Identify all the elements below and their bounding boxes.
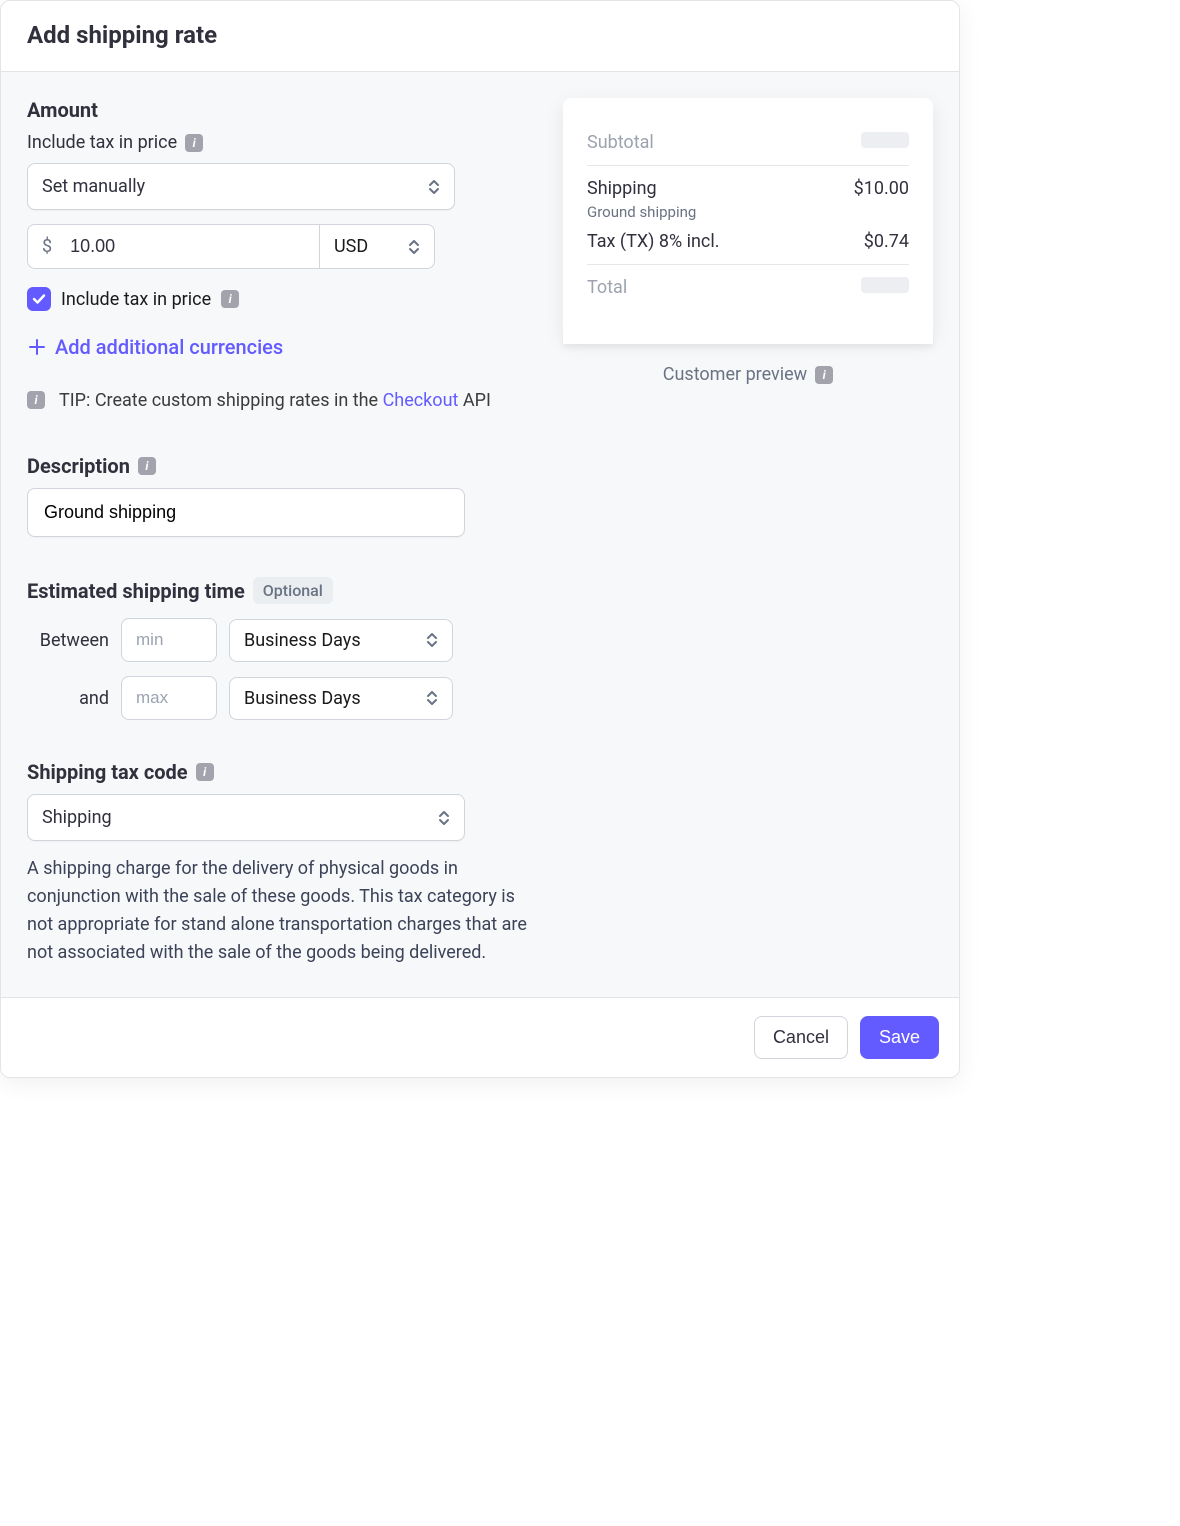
preview-caption-text: Customer preview [663,364,807,385]
tax-code-value: Shipping [42,807,112,828]
and-label: and [27,688,109,709]
total-skeleton [861,277,909,293]
tip-prefix: TIP: Create custom shipping rates in the [59,390,378,411]
include-tax-checkbox-row: Include tax in price i [27,287,533,311]
currency-symbol: $ [42,236,52,257]
est-max-input[interactable] [134,687,204,709]
plus-icon [27,337,47,357]
modal-footer: Cancel Save [1,997,959,1077]
optional-badge: Optional [253,577,333,604]
check-icon [32,292,46,306]
info-icon[interactable]: i [221,290,239,308]
shipping-value: $10.00 [854,178,909,199]
est-heading: Estimated shipping time [27,579,245,603]
chevron-updown-icon [408,239,420,255]
est-min-field[interactable] [121,618,217,662]
est-min-unit-select[interactable]: Business Days [229,619,453,662]
description-input[interactable] [42,501,450,524]
est-max-unit-select[interactable]: Business Days [229,677,453,720]
tax-code-help: A shipping charge for the delivery of ph… [27,855,533,967]
est-heading-row: Estimated shipping time Optional [27,577,533,604]
tax-label: Tax (TX) 8% incl. [587,231,719,252]
preview-subtotal-row: Subtotal [587,120,909,165]
add-currencies-button[interactable]: Add additional currencies [27,335,533,359]
info-icon[interactable]: i [138,457,156,475]
price-field[interactable]: $ [27,224,319,269]
amount-heading: Amount [27,98,533,122]
subtotal-label: Subtotal [587,132,654,153]
preview-caption: Customer preview i [563,364,933,385]
preview-shipping-row: Shipping Ground shipping $10.00 [587,166,909,223]
tip-text: TIP: Create custom shipping rates in the… [59,387,491,414]
amount-method-value: Set manually [42,176,145,197]
price-input[interactable] [68,235,305,258]
chevron-updown-icon [428,179,440,195]
est-min-row: Between Business Days [27,618,533,662]
cancel-button[interactable]: Cancel [754,1016,848,1059]
info-icon[interactable]: i [196,763,214,781]
tax-code-heading: Shipping tax code [27,760,188,784]
chevron-updown-icon [426,632,438,648]
currency-select[interactable]: USD [319,224,435,269]
currency-code: USD [334,236,368,257]
info-icon[interactable]: i [815,366,833,384]
include-tax-checkbox[interactable] [27,287,51,311]
description-heading-row: Description i [27,454,533,478]
preview-total-row: Total [587,265,909,310]
add-shipping-rate-modal: Add shipping rate Amount Include tax in … [0,0,960,1078]
chevron-updown-icon [426,690,438,706]
include-tax-label-row: Include tax in price i [27,132,533,153]
save-button[interactable]: Save [860,1016,939,1059]
est-min-input[interactable] [134,629,204,651]
description-field[interactable] [27,488,465,537]
tax-code-heading-row: Shipping tax code i [27,760,533,784]
info-icon[interactable]: i [185,134,203,152]
est-max-field[interactable] [121,676,217,720]
info-icon[interactable]: i [27,391,45,409]
description-heading: Description [27,454,130,478]
shipping-sublabel: Ground shipping [587,203,696,221]
add-currencies-label: Add additional currencies [55,335,283,359]
amount-method-select[interactable]: Set manually [27,163,455,210]
preview-column: Subtotal Shipping Ground shipping $10.00… [563,98,933,967]
amount-input-group: $ USD [27,224,533,269]
shipping-label: Shipping [587,178,696,199]
est-max-unit: Business Days [244,688,361,709]
total-label: Total [587,277,627,298]
est-min-unit: Business Days [244,630,361,651]
customer-preview-card: Subtotal Shipping Ground shipping $10.00… [563,98,933,336]
subtotal-skeleton [861,132,909,148]
chevron-updown-icon [438,810,450,826]
include-tax-label: Include tax in price [27,132,177,153]
tip-row: i TIP: Create custom shipping rates in t… [27,387,533,414]
est-max-row: and Business Days [27,676,533,720]
between-label: Between [27,630,109,651]
modal-title: Add shipping rate [27,21,933,49]
include-tax-checkbox-label: Include tax in price [61,289,211,310]
form-column: Amount Include tax in price i Set manual… [27,98,533,967]
tax-value: $0.74 [864,231,909,252]
checkout-link[interactable]: Checkout [383,390,459,411]
tip-suffix: API [458,390,490,411]
modal-header: Add shipping rate [1,1,959,72]
tax-code-select[interactable]: Shipping [27,794,465,841]
modal-body: Amount Include tax in price i Set manual… [1,72,959,997]
preview-tax-row: Tax (TX) 8% incl. $0.74 [587,223,909,264]
